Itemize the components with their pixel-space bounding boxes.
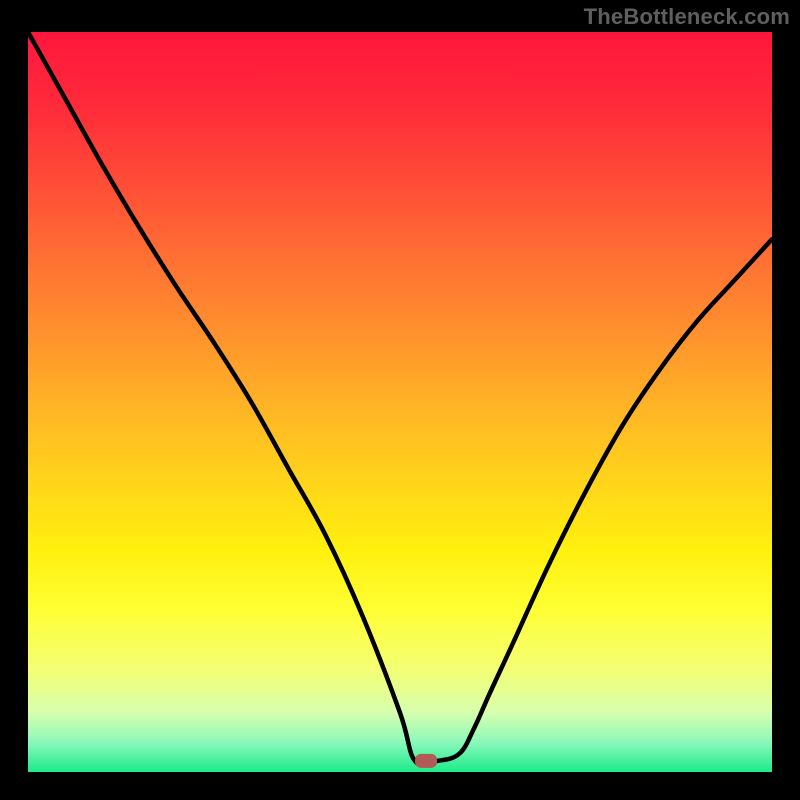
chart-frame: TheBottleneck.com <box>0 0 800 800</box>
plot-area <box>28 32 772 772</box>
optimal-marker <box>415 754 437 768</box>
plot-svg <box>28 32 772 772</box>
attribution-label: TheBottleneck.com <box>584 4 790 30</box>
gradient-background <box>28 32 772 772</box>
